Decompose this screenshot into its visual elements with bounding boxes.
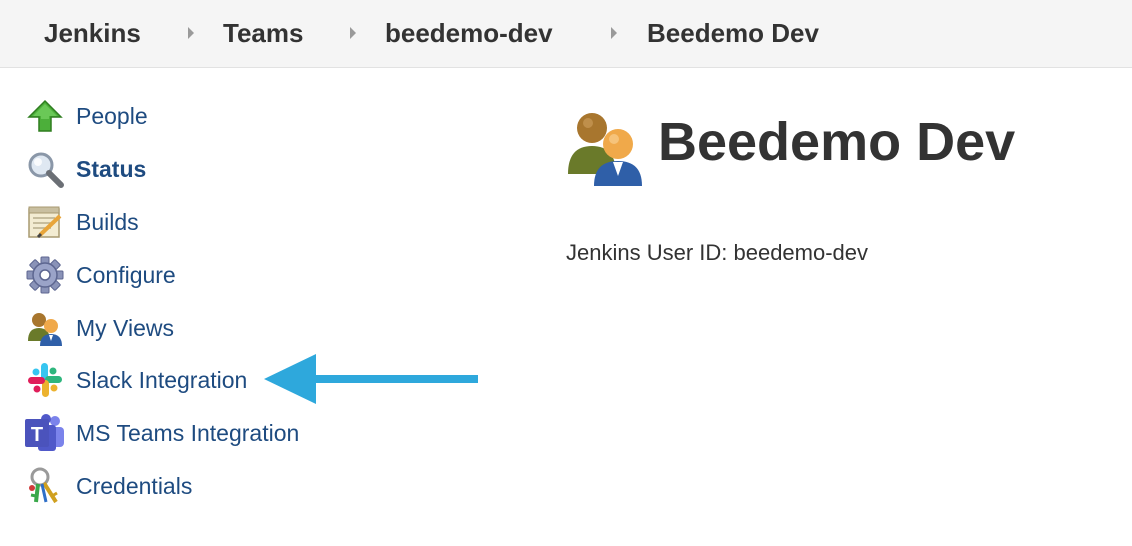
- breadcrumb-jenkins[interactable]: Jenkins: [44, 0, 141, 66]
- sidebar-item-label: Builds: [76, 208, 139, 235]
- breadcrumb-beedemo-dev[interactable]: beedemo-dev: [385, 0, 553, 66]
- sidebar-item-credentials[interactable]: Credentials: [24, 465, 384, 507]
- sidebar-item-people[interactable]: People: [24, 95, 384, 137]
- breadcrumb-chevron-icon[interactable]: [611, 27, 617, 39]
- ms-teams-icon: T: [24, 412, 66, 454]
- sidebar-item-label: Configure: [76, 261, 176, 288]
- breadcrumb: Jenkins Teams beedemo-dev Beedemo Dev: [0, 0, 1132, 68]
- sidebar-item-label: My Views: [76, 314, 174, 341]
- users-icon: [24, 307, 66, 349]
- sidebar-item-ms-teams-integration[interactable]: T MS Teams Integration: [24, 412, 384, 454]
- svg-text:T: T: [31, 424, 43, 446]
- sidebar-item-status[interactable]: Status: [24, 148, 384, 190]
- annotation-arrow-icon: [264, 354, 478, 404]
- up-arrow-icon: [24, 95, 66, 137]
- sidebar-item-configure[interactable]: Configure: [24, 254, 384, 296]
- breadcrumb-chevron-icon[interactable]: [350, 27, 356, 39]
- sidebar-item-label: Slack Integration: [76, 366, 248, 393]
- notepad-icon: [24, 201, 66, 243]
- sidebar-item-label: Credentials: [76, 472, 193, 499]
- page-title: Beedemo Dev: [658, 112, 1016, 172]
- sidebar-item-label: Status: [76, 155, 147, 182]
- user-id-text: Jenkins User ID: beedemo-dev: [566, 240, 869, 265]
- sidebar-item-label: People: [76, 102, 148, 129]
- breadcrumb-teams[interactable]: Teams: [223, 0, 303, 66]
- sidebar-item-my-views[interactable]: My Views: [24, 307, 384, 349]
- sidebar-item-label: MS Teams Integration: [76, 419, 300, 446]
- magnifier-icon: [24, 148, 66, 190]
- keys-icon: [24, 465, 66, 507]
- breadcrumb-current[interactable]: Beedemo Dev: [647, 0, 819, 66]
- sidebar-item-builds[interactable]: Builds: [24, 201, 384, 243]
- users-icon: [566, 108, 648, 188]
- gear-icon: [24, 254, 66, 296]
- breadcrumb-chevron-icon[interactable]: [188, 27, 194, 39]
- slack-icon: [24, 359, 66, 401]
